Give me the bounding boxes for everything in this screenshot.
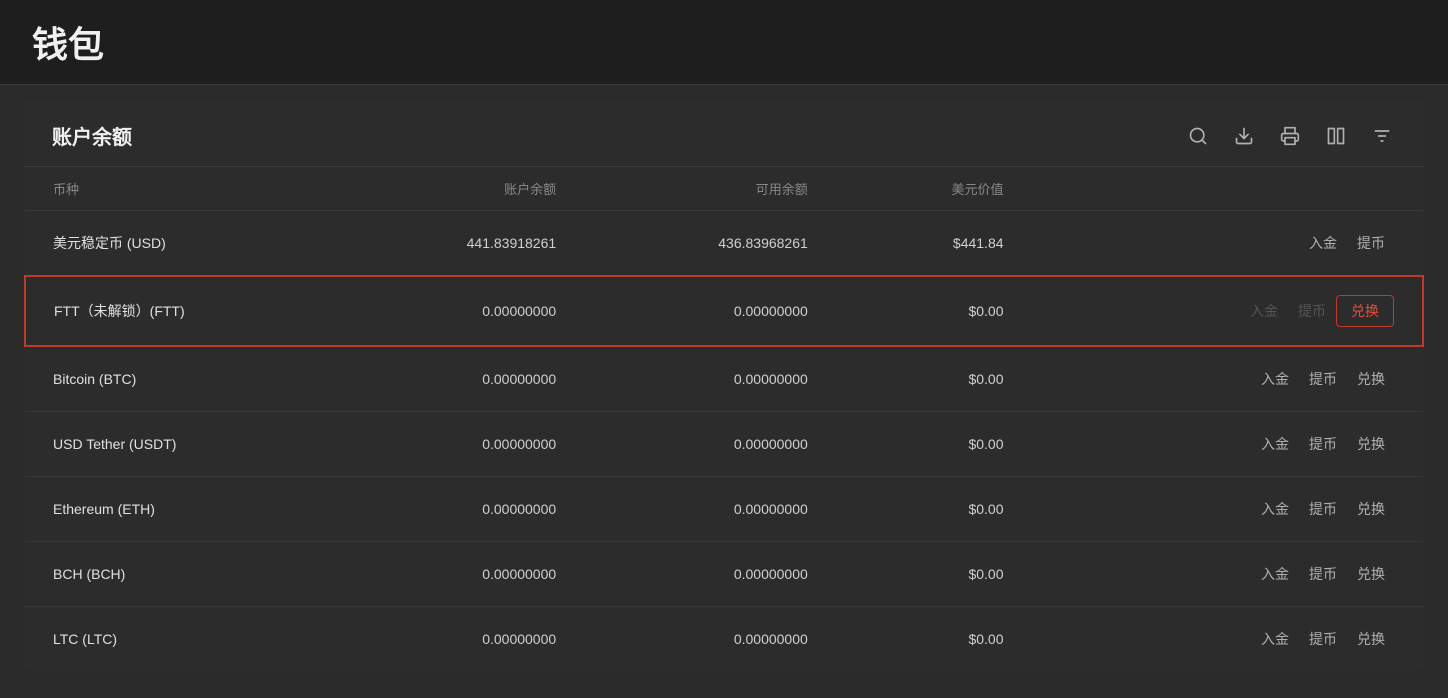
deposit-button[interactable]: 入金 <box>1299 229 1347 257</box>
search-icon[interactable] <box>1184 122 1212 150</box>
deposit-button[interactable]: 入金 <box>1251 625 1299 653</box>
table-row: USD Tether (USDT)0.000000000.00000000$0.… <box>25 412 1423 477</box>
withdraw-button[interactable]: 提币 <box>1299 365 1347 393</box>
table-row: Ethereum (ETH)0.000000000.00000000$0.00入… <box>25 477 1423 542</box>
usd-value-cell: $0.00 <box>836 412 1032 477</box>
col-balance: 账户余额 <box>333 167 585 211</box>
col-currency: 币种 <box>25 167 333 211</box>
table-row: FTT（未解锁）(FTT)0.000000000.00000000$0.00入金… <box>25 276 1423 346</box>
section-title: 账户余额 <box>52 121 132 150</box>
withdraw-button[interactable]: 提币 <box>1347 229 1395 257</box>
action-cell[interactable]: 入金提币兑换 <box>1032 412 1423 477</box>
balance-cell: 0.00000000 <box>333 607 585 672</box>
exchange-button[interactable]: 兑换 <box>1347 560 1395 588</box>
action-cell[interactable]: 入金提币兑换 <box>1032 542 1423 607</box>
available-cell: 0.00000000 <box>584 412 836 477</box>
currency-name-cell: Bitcoin (BTC) <box>25 346 333 412</box>
available-cell: 0.00000000 <box>584 276 836 346</box>
page-title: 钱包 <box>32 16 1416 68</box>
usd-value-cell: $0.00 <box>836 276 1032 346</box>
exchange-button[interactable]: 兑换 <box>1347 365 1395 393</box>
exchange-button[interactable]: 兑换 <box>1347 430 1395 458</box>
deposit-button[interactable]: 入金 <box>1251 430 1299 458</box>
currency-name-cell: LTC (LTC) <box>25 607 333 672</box>
withdraw-button[interactable]: 提币 <box>1299 625 1347 653</box>
withdraw-button[interactable]: 提币 <box>1299 495 1347 523</box>
deposit-button[interactable]: 入金 <box>1251 365 1299 393</box>
usd-value-cell: $0.00 <box>836 346 1032 412</box>
available-cell: 0.00000000 <box>584 542 836 607</box>
usd-value-cell: $0.00 <box>836 477 1032 542</box>
available-cell: 0.00000000 <box>584 346 836 412</box>
withdraw-button[interactable]: 提币 <box>1288 297 1336 325</box>
balance-cell: 0.00000000 <box>333 477 585 542</box>
action-cell[interactable]: 入金提币兑换 <box>1032 346 1423 412</box>
currency-name-cell: FTT（未解锁）(FTT) <box>25 276 333 346</box>
usd-value-cell: $0.00 <box>836 607 1032 672</box>
exchange-button[interactable]: 兑换 <box>1347 625 1395 653</box>
action-cell[interactable]: 入金提币兑换 <box>1032 607 1423 672</box>
col-actions <box>1032 167 1423 211</box>
page-header: 钱包 <box>0 0 1448 85</box>
balance-cell: 0.00000000 <box>333 346 585 412</box>
table-row: 美元稳定币 (USD)441.83918261436.83968261$441.… <box>25 211 1423 277</box>
withdraw-button[interactable]: 提币 <box>1299 560 1347 588</box>
print-icon[interactable] <box>1276 122 1304 150</box>
table-row: LTC (LTC)0.000000000.00000000$0.00入金提币兑换 <box>25 607 1423 672</box>
withdraw-button[interactable]: 提币 <box>1299 430 1347 458</box>
exchange-button[interactable]: 兑换 <box>1347 495 1395 523</box>
deposit-button[interactable]: 入金 <box>1251 560 1299 588</box>
available-cell: 0.00000000 <box>584 607 836 672</box>
section-header: 账户余额 <box>24 101 1424 167</box>
toolbar-icons <box>1184 122 1396 150</box>
usd-value-cell: $441.84 <box>836 211 1032 277</box>
action-cell[interactable]: 入金提币兑换 <box>1032 477 1423 542</box>
table-row: BCH (BCH)0.000000000.00000000$0.00入金提币兑换 <box>25 542 1423 607</box>
table-row: Bitcoin (BTC)0.000000000.00000000$0.00入金… <box>25 346 1423 412</box>
columns-icon[interactable] <box>1322 122 1350 150</box>
deposit-button[interactable]: 入金 <box>1251 495 1299 523</box>
currency-name-cell: Ethereum (ETH) <box>25 477 333 542</box>
balance-cell: 441.83918261 <box>333 211 585 277</box>
currency-name-cell: 美元稳定币 (USD) <box>25 211 333 277</box>
col-available: 可用余额 <box>584 167 836 211</box>
download-icon[interactable] <box>1230 122 1258 150</box>
col-usd-value: 美元价值 <box>836 167 1032 211</box>
exchange-button[interactable]: 兑换 <box>1336 295 1394 327</box>
usd-value-cell: $0.00 <box>836 542 1032 607</box>
deposit-button[interactable]: 入金 <box>1240 297 1288 325</box>
currency-name-cell: BCH (BCH) <box>25 542 333 607</box>
action-cell[interactable]: 入金提币 <box>1032 211 1423 277</box>
available-cell: 436.83968261 <box>584 211 836 277</box>
action-cell[interactable]: 入金提币兑换 <box>1032 276 1423 346</box>
currency-name-cell: USD Tether (USDT) <box>25 412 333 477</box>
filter-icon[interactable] <box>1368 122 1396 150</box>
balance-cell: 0.00000000 <box>333 542 585 607</box>
available-cell: 0.00000000 <box>584 477 836 542</box>
balance-table: 币种 账户余额 可用余额 美元价值 美元稳定币 (USD)441.8391826… <box>24 167 1424 671</box>
balance-cell: 0.00000000 <box>333 412 585 477</box>
balance-cell: 0.00000000 <box>333 276 585 346</box>
content-area: 账户余额 <box>24 101 1424 671</box>
